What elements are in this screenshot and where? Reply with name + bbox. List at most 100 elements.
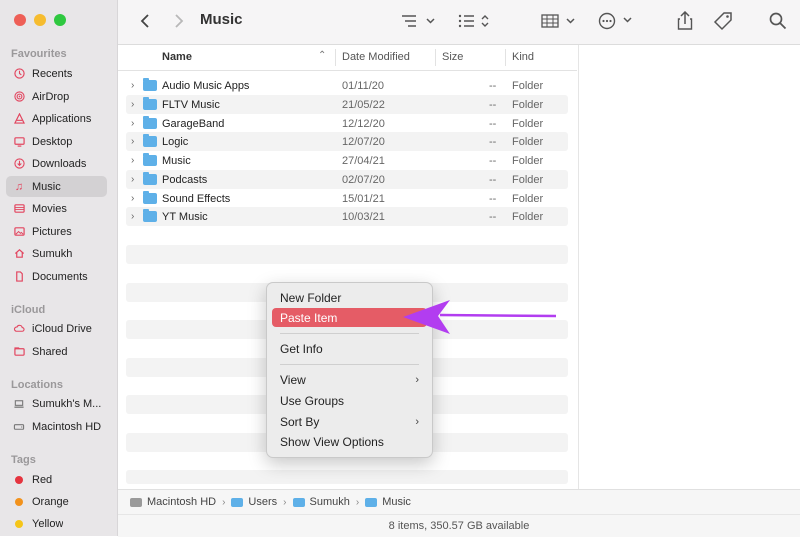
sidebar-item-tag-orange[interactable]: Orange [6, 491, 107, 512]
sidebar-item-applications[interactable]: Applications [6, 108, 107, 129]
group-list-icon [458, 14, 489, 28]
path-item-macintosh-hd[interactable]: Macintosh HD [130, 496, 216, 508]
sidebar-item-recents[interactable]: Recents [6, 63, 107, 84]
column-divider[interactable] [335, 49, 336, 66]
column-date-modified[interactable]: Date Modified [342, 51, 410, 63]
path-item-sumukh[interactable]: Sumukh [292, 496, 350, 508]
share-icon [677, 11, 693, 30]
sidebar-item-documents[interactable]: Documents [6, 266, 107, 287]
file-row[interactable]: › Music 27/04/21 -- Folder [126, 151, 568, 170]
grid-icon [541, 14, 575, 28]
sidebar-item-movies[interactable]: Movies [6, 198, 107, 219]
finder-window: Favourites Recents AirDrop Applications … [0, 0, 800, 537]
sidebar-item-macintosh-hd[interactable]: Macintosh HD [6, 416, 107, 437]
yellow-tag-dot-icon [15, 519, 23, 528]
disclosure-triangle-icon[interactable]: › [131, 99, 134, 110]
preview-pane [578, 45, 800, 489]
arrange-button[interactable] [540, 10, 578, 32]
chevron-right-icon: › [355, 496, 360, 508]
forward-button[interactable] [170, 10, 188, 32]
close-button[interactable] [14, 14, 26, 26]
file-row[interactable]: › YT Music 10/03/21 -- Folder [126, 207, 568, 226]
back-button[interactable] [136, 10, 154, 32]
menu-separator [280, 333, 419, 334]
sidebar-item-shared[interactable]: Shared [6, 341, 107, 362]
column-divider[interactable] [435, 49, 436, 66]
window-controls [14, 14, 66, 26]
empty-row [126, 470, 568, 484]
folder-icon [365, 497, 378, 507]
tag-button[interactable] [711, 10, 735, 32]
folder-icon [143, 153, 157, 166]
sidebar-item-laptop[interactable]: Sumukh's M... [6, 393, 107, 414]
sidebar-item-airdrop[interactable]: AirDrop [6, 86, 107, 107]
column-kind[interactable]: Kind [512, 51, 534, 63]
column-divider[interactable] [505, 49, 506, 66]
orange-tag-dot-icon [15, 497, 23, 506]
group-button[interactable] [456, 10, 494, 32]
photo-icon [13, 226, 25, 238]
menu-separator [280, 364, 419, 365]
path-bar: Macintosh HD › Users › Sumukh › Music [118, 489, 800, 514]
zoom-button[interactable] [54, 14, 66, 26]
status-bar: 8 items, 350.57 GB available [118, 514, 800, 537]
sidebar-item-desktop[interactable]: Desktop [6, 131, 107, 152]
disclosure-triangle-icon[interactable]: › [131, 118, 134, 129]
sidebar-item-sumukh[interactable]: Sumukh [6, 243, 107, 264]
chevron-right-icon: › [222, 496, 226, 508]
disclosure-triangle-icon[interactable]: › [131, 174, 134, 185]
path-item-music[interactable]: Music [365, 496, 411, 508]
action-button[interactable] [596, 10, 636, 32]
file-row[interactable]: › FLTV Music 21/05/22 -- Folder [126, 95, 568, 114]
sidebar-item-icloud-drive[interactable]: iCloud Drive [6, 318, 107, 339]
menu-item-use-groups[interactable]: Use Groups [272, 391, 427, 410]
film-icon [13, 203, 25, 215]
sidebar-item-tag-yellow[interactable]: Yellow [6, 513, 107, 534]
cloud-icon [13, 323, 25, 335]
empty-row [126, 245, 568, 264]
menu-item-sort-by[interactable]: Sort By › [272, 412, 427, 431]
menu-item-view[interactable]: View › [272, 370, 427, 389]
file-row[interactable]: › Podcasts 02/07/20 -- Folder [126, 170, 568, 189]
disclosure-triangle-icon[interactable]: › [131, 136, 134, 147]
file-row[interactable]: › Sound Effects 15/01/21 -- Folder [126, 189, 568, 208]
file-row[interactable]: › GarageBand 12/12/20 -- Folder [126, 114, 568, 133]
menu-item-show-view-options[interactable]: Show View Options [272, 432, 427, 451]
search-icon [769, 12, 787, 30]
red-tag-dot-icon [15, 475, 23, 484]
column-size[interactable]: Size [442, 51, 463, 63]
path-item-users[interactable]: Users [231, 496, 277, 508]
disclosure-triangle-icon[interactable]: › [131, 193, 134, 204]
folder-icon [143, 97, 157, 110]
share-button[interactable] [674, 10, 696, 32]
airdrop-icon [13, 91, 25, 103]
chevron-right-icon [175, 14, 184, 28]
chevron-right-icon: › [415, 415, 419, 428]
home-folder-icon [292, 497, 305, 507]
column-name[interactable]: Name [162, 51, 192, 63]
file-row[interactable]: › Audio Music Apps 01/11/20 -- Folder [126, 76, 568, 95]
window-title: Music [200, 11, 243, 28]
search-button[interactable] [767, 10, 789, 32]
sidebar-item-tag-red[interactable]: Red [6, 469, 107, 490]
disclosure-triangle-icon[interactable]: › [131, 80, 134, 91]
disclosure-triangle-icon[interactable]: › [131, 211, 134, 222]
sidebar-item-music[interactable]: ♫ Music [6, 176, 107, 197]
view-mode-button[interactable] [398, 10, 438, 32]
file-row[interactable]: › Logic 12/07/20 -- Folder [126, 132, 568, 151]
folder-icon [231, 497, 244, 507]
tags-heading: Tags [11, 454, 36, 466]
desktop-icon [13, 136, 25, 148]
folder-icon [143, 209, 157, 222]
more-options-icon [598, 12, 632, 30]
sidebar-item-pictures[interactable]: Pictures [6, 221, 107, 242]
disk-icon [13, 421, 25, 433]
menu-item-get-info[interactable]: Get Info [272, 339, 427, 358]
annotation-arrow [403, 300, 557, 334]
icloud-heading: iCloud [11, 304, 46, 316]
sidebar: Favourites Recents AirDrop Applications … [0, 0, 118, 536]
sidebar-item-downloads[interactable]: Downloads [6, 153, 107, 174]
minimize-button[interactable] [34, 14, 46, 26]
disclosure-triangle-icon[interactable]: › [131, 155, 134, 166]
sort-ascending-icon: ⌃ [318, 50, 327, 61]
